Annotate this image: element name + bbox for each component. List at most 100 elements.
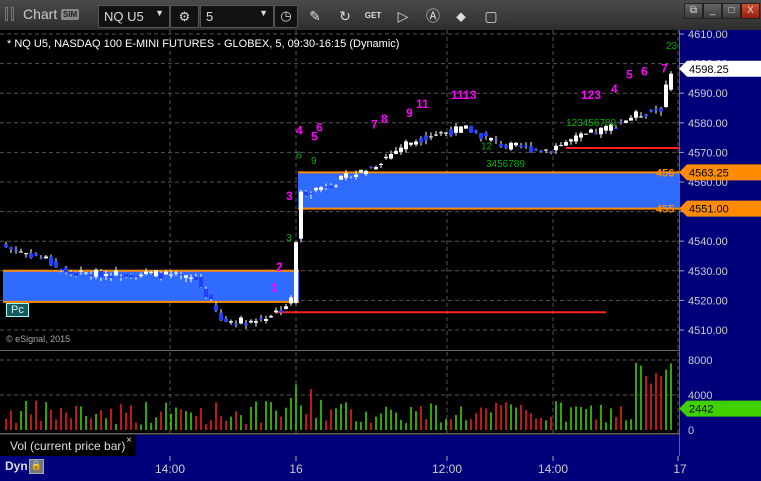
pc-button[interactable]: Pc [6, 303, 29, 317]
drag-handle[interactable] [5, 7, 8, 21]
candle [259, 318, 263, 320]
sequence-count-label: 6 [641, 64, 648, 78]
sequence-count-label: 11 [416, 97, 429, 111]
candle [589, 129, 593, 133]
candle [249, 320, 253, 323]
zone-label: 456 [656, 167, 674, 179]
link-window-button[interactable]: ⧉ [684, 3, 703, 19]
candle [34, 253, 38, 256]
candle [4, 244, 8, 248]
candle [434, 134, 438, 136]
sequence-count-label: 9 [406, 106, 413, 120]
candle [469, 125, 473, 133]
candle [319, 187, 323, 190]
candle [669, 73, 673, 90]
candle [489, 138, 493, 141]
candle [339, 175, 343, 180]
candle [74, 272, 78, 277]
volume-last-marker-text: 2442 [689, 404, 713, 416]
play-icon[interactable]: ▷ [394, 7, 412, 25]
close-button[interactable]: X [741, 3, 760, 19]
sequence-count-label: 123456789 [566, 118, 616, 129]
candle [289, 297, 293, 304]
sequence-count-label: 9 [311, 156, 317, 167]
study-icon[interactable]: ↻ [336, 7, 354, 25]
lock-icon[interactable]: 🔒 [29, 459, 44, 474]
sequence-count-label: 3 [286, 189, 293, 203]
candle [464, 125, 468, 129]
candle [504, 144, 508, 148]
candle [94, 269, 98, 277]
chevron-down-icon: ▼ [259, 8, 268, 18]
chart-legend: * NQ U5, NASDAQ 100 E-MINI FUTURES - GLO… [7, 38, 400, 50]
candle [544, 149, 548, 151]
gear-icon: ⚙ [178, 9, 191, 24]
candle [264, 318, 268, 321]
title-bar: Chart SIM NQ U5 ▼ ⚙ 5 ▼ ◷ ✎ ↻ GET ▷ Ⓐ ⬥ ▢ … [0, 0, 761, 30]
comment-icon[interactable]: ▢ [482, 7, 500, 25]
alert-icon[interactable]: Ⓐ [424, 7, 442, 25]
interval-clock-button[interactable]: ◷ [274, 5, 298, 28]
volume-tab-label: Vol (current price bar) [10, 439, 126, 453]
candle [314, 187, 318, 191]
candle [234, 323, 238, 326]
price-tick-label: 4520.00 [688, 295, 728, 307]
candle [399, 147, 403, 152]
candle [619, 121, 623, 123]
candle [209, 294, 213, 300]
close-icon[interactable]: × [126, 435, 132, 446]
candle [169, 274, 173, 276]
candle [309, 193, 313, 195]
draw-pencil-icon[interactable]: ✎ [306, 7, 324, 25]
candle [384, 156, 388, 159]
candle [624, 120, 628, 123]
candle [664, 84, 668, 107]
zone-label: 455 [656, 204, 674, 216]
sequence-count-label: 1113 [451, 88, 477, 102]
chevron-down-icon: ▼ [155, 8, 164, 18]
drag-handle[interactable] [11, 7, 14, 21]
candle [524, 145, 528, 147]
dyn-label[interactable]: Dyn [5, 459, 28, 473]
maximize-button[interactable]: □ [722, 3, 741, 19]
price-chart[interactable]: 4610.004600.004590.004580.004570.004560.… [0, 30, 761, 481]
symbol-select[interactable]: NQ U5 ▼ [98, 5, 170, 28]
interval-value: 5 [206, 9, 214, 24]
candle [354, 174, 358, 177]
candle [134, 275, 138, 277]
candle [449, 129, 453, 136]
candle [154, 270, 158, 277]
candle [79, 270, 83, 272]
settings-button[interactable]: ⚙ [170, 5, 199, 28]
candle [404, 141, 408, 150]
candle [564, 142, 568, 146]
sequence-count-label: 3456789 [486, 159, 525, 170]
candle [159, 273, 163, 279]
candle [559, 144, 563, 146]
sequence-count-label: 8 [381, 112, 388, 126]
candle [254, 321, 258, 323]
candle [344, 173, 348, 178]
candle [84, 272, 88, 274]
candle [419, 138, 423, 143]
sequence-count-label: 1 [271, 281, 278, 295]
candle [164, 271, 168, 275]
sequence-count-label: 7 [661, 61, 668, 75]
time-label: 14:00 [537, 462, 569, 476]
price-tick-label: 4610.00 [688, 30, 728, 41]
volume-study-tab[interactable]: Vol (current price bar) × [0, 435, 136, 456]
interval-select[interactable]: 5 ▼ [200, 5, 274, 28]
candle [69, 271, 73, 275]
candle [99, 270, 103, 278]
time-label: 17 [673, 462, 687, 476]
time-label: 14:00 [154, 462, 186, 476]
candle [54, 261, 58, 268]
candle [549, 151, 553, 153]
minimize-button[interactable]: _ [703, 3, 722, 19]
get-data-icon[interactable]: GET [364, 7, 382, 25]
candle [574, 135, 578, 142]
trade-icon[interactable]: ⬥ [452, 7, 470, 25]
time-label: 16 [289, 462, 303, 476]
candle [104, 274, 108, 276]
candle [279, 310, 283, 313]
